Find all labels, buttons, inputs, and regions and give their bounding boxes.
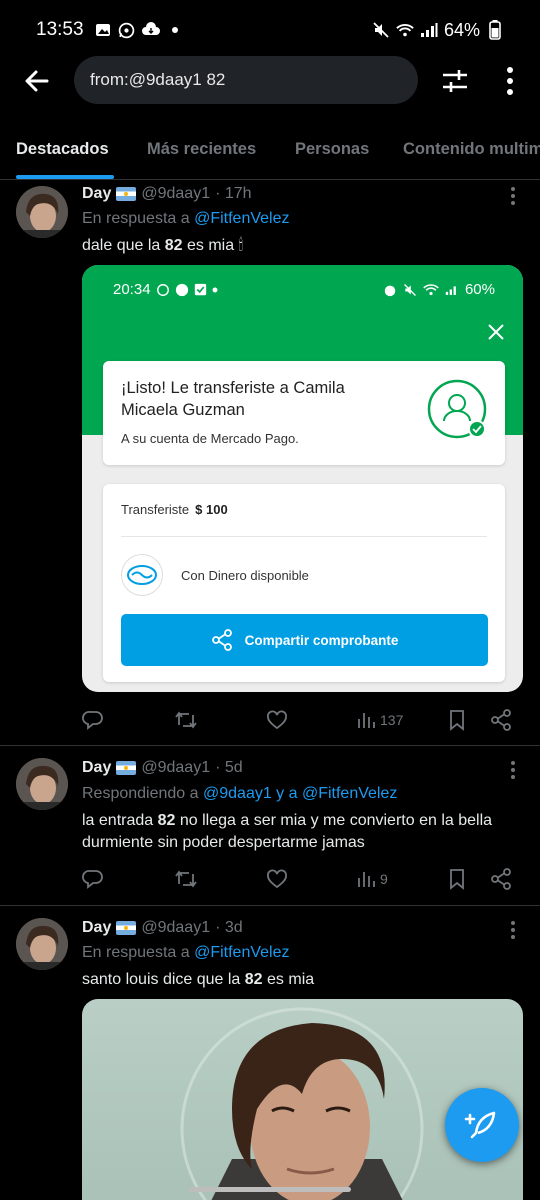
tweet-menu-icon[interactable] [510, 760, 516, 780]
display-name[interactable]: Day [82, 919, 111, 937]
transfer-label: Transferiste [121, 502, 190, 517]
share-receipt-button: Compartir comprobante [121, 614, 488, 666]
reply-prefix: Respondiendo a [82, 785, 199, 802]
reply-prefix: En respuesta a [82, 210, 190, 227]
argentina-flag-icon [116, 187, 137, 201]
reply-mention[interactable]: @FitfenVelez [194, 210, 289, 227]
tweet-menu-icon[interactable] [510, 920, 516, 940]
avatar[interactable] [16, 758, 68, 810]
check-box-icon [194, 283, 206, 296]
tab-personas[interactable]: Personas [295, 140, 369, 159]
tweet-text: la entrada 82 no llega a ser mia y me co… [82, 812, 493, 851]
tweet-media-screenshot[interactable]: 20:34 60% ¡Listo! Le transferiste a Cami… [82, 265, 523, 692]
status-bar: 13:53 64% [0, 0, 540, 60]
receipt-status-bar: 20:34 [113, 281, 218, 298]
signal-icon [445, 286, 456, 295]
timestamp: · 3d [215, 919, 243, 936]
display-name[interactable]: Day [82, 759, 111, 777]
transfer-amount: $ 100 [195, 502, 228, 517]
compose-feather-icon [464, 1111, 496, 1139]
recipient-user-icon [427, 379, 489, 441]
search-header: from:@9daay1 82 [0, 56, 540, 106]
reply-context: En respuesta a @FitfenVelez [82, 944, 289, 962]
share-receipt-label: Compartir comprobante [244, 632, 399, 648]
transfer-confirmation-card: ¡Listo! Le transferiste a Camila Micaela… [103, 361, 505, 465]
battery-percent: 64% [443, 19, 480, 40]
search-tabs: Destacados Más recientes Personas Conten… [0, 128, 540, 180]
gallery-icon [94, 21, 112, 39]
tweet-text: santo louis dice que la 82 es mia [82, 971, 315, 988]
views-count[interactable]: 9 [356, 867, 388, 891]
active-tab-indicator [16, 175, 114, 179]
alarm-icon [384, 285, 396, 296]
tab-destacados[interactable]: Destacados [16, 140, 109, 159]
timestamp: · 5d [215, 759, 243, 776]
search-input[interactable]: from:@9daay1 82 [74, 56, 418, 104]
close-icon [486, 322, 506, 342]
status-time: 13:53 [36, 19, 84, 40]
mute-icon [404, 283, 416, 296]
receipt-time: 20:34 [113, 281, 151, 298]
avatar[interactable] [16, 186, 68, 238]
bookmark-icon[interactable] [447, 708, 467, 732]
battery-icon [486, 20, 504, 40]
reply-mention[interactable]: @FitfenVelez [194, 944, 289, 961]
tweet-actions: 137 [82, 708, 522, 732]
tab-mas-recientes[interactable]: Más recientes [147, 140, 256, 159]
compose-tweet-button[interactable] [445, 1088, 519, 1162]
filter-sliders-icon[interactable] [441, 67, 469, 95]
transfer-title: ¡Listo! Le transferiste a Camila Micaela… [121, 379, 345, 419]
argentina-flag-icon [116, 761, 137, 775]
cloud-sync-icon [141, 21, 160, 39]
transfer-subtitle: A su cuenta de Mercado Pago. [121, 431, 299, 446]
display-name[interactable]: Day [82, 185, 111, 203]
timestamp: · 17h [215, 185, 252, 202]
like-icon[interactable] [266, 708, 288, 732]
share-icon[interactable] [490, 708, 512, 732]
payment-method: Con Dinero disponible [181, 568, 309, 583]
views-count[interactable]: 137 [356, 708, 403, 732]
tab-contenido-multimedia[interactable]: Contenido multimedia [403, 140, 540, 159]
wifi-icon [423, 284, 439, 296]
wifi-icon [396, 21, 414, 39]
notification-dot-icon [166, 21, 184, 39]
retweet-icon[interactable] [174, 708, 198, 732]
handle[interactable]: @9daay1 [141, 919, 210, 937]
receipt-battery: 60% [464, 281, 495, 298]
signal-icon [420, 21, 438, 39]
mercado-pago-logo [121, 554, 163, 596]
retweet-icon[interactable] [174, 867, 198, 891]
whatsapp-icon [156, 283, 169, 296]
tweet-menu-icon[interactable] [510, 186, 516, 206]
mute-icon [372, 21, 390, 39]
reply-context: En respuesta a @FitfenVelez [82, 210, 289, 228]
emoji-icon [175, 283, 188, 296]
tweet-text: dale que la 82 es mia 🕯 [82, 237, 244, 254]
transfer-details-card: Transferiste $ 100 Con Dinero disponible … [103, 484, 505, 682]
gesture-navigation-bar[interactable] [189, 1187, 351, 1192]
receipt-status-right: 60% [383, 281, 495, 298]
bookmark-icon[interactable] [447, 867, 467, 891]
whatsapp-icon [118, 21, 136, 39]
handle[interactable]: @9daay1 [141, 185, 210, 203]
handle[interactable]: @9daay1 [141, 759, 210, 777]
dot-icon [212, 287, 218, 292]
argentina-flag-icon [116, 921, 137, 935]
avatar[interactable] [16, 918, 68, 970]
reply-icon[interactable] [82, 708, 104, 732]
reply-context: Respondiendo a @9daay1 y a @FitfenVelez [82, 785, 397, 803]
tweet[interactable]: Day @9daay1 · 5d Respondiendo a @9daay1 … [0, 746, 540, 906]
share-icon [211, 629, 232, 651]
like-icon[interactable] [266, 867, 288, 891]
reply-mention[interactable]: @9daay1 y a @FitfenVelez [203, 785, 397, 802]
reply-prefix: En respuesta a [82, 944, 190, 961]
divider [121, 536, 487, 537]
share-icon[interactable] [490, 867, 512, 891]
more-options-icon[interactable] [500, 65, 520, 97]
reply-icon[interactable] [82, 867, 104, 891]
back-arrow-icon[interactable] [22, 66, 52, 96]
transfer-amount-row: Transferiste $ 100 [121, 502, 228, 517]
tweet-actions: 9 [82, 867, 522, 891]
